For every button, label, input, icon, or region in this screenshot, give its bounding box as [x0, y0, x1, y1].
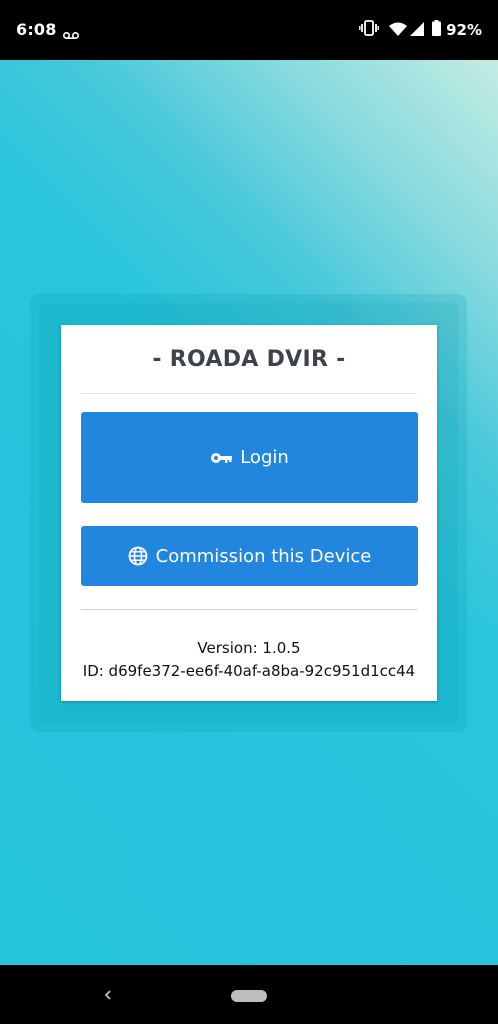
battery-icon: [432, 20, 442, 40]
status-icons: 92%: [359, 18, 482, 42]
login-card: - ROADA DVIR - Login Commission this Dev…: [61, 325, 437, 701]
battery-percent: 92%: [446, 21, 482, 39]
key-icon: [210, 452, 233, 464]
globe-icon: [128, 546, 148, 566]
signal-icon: [410, 21, 425, 40]
home-pill[interactable]: [231, 990, 267, 1002]
divider: [81, 609, 417, 610]
navigation-bar: [0, 965, 498, 1024]
status-bar: 6:08 92%: [0, 0, 498, 60]
device-id-text: ID: d69fe372-ee6f-40af-a8ba-92c951d1cc44: [82, 662, 416, 680]
vibrate-icon: [359, 20, 379, 40]
divider: [81, 393, 417, 394]
status-time: 6:08: [16, 20, 57, 39]
login-button-label: Login: [240, 447, 289, 468]
version-text: Version: 1.0.5: [197, 639, 301, 657]
app-background: - ROADA DVIR - Login Commission this Dev…: [0, 60, 498, 965]
wifi-icon: [389, 21, 408, 40]
page-title: - ROADA DVIR -: [152, 347, 346, 372]
voicemail-icon: [62, 25, 80, 44]
back-icon[interactable]: [98, 985, 118, 1005]
commission-device-button[interactable]: Commission this Device: [81, 526, 418, 586]
login-button[interactable]: Login: [81, 412, 418, 503]
commission-button-label: Commission this Device: [155, 545, 372, 567]
